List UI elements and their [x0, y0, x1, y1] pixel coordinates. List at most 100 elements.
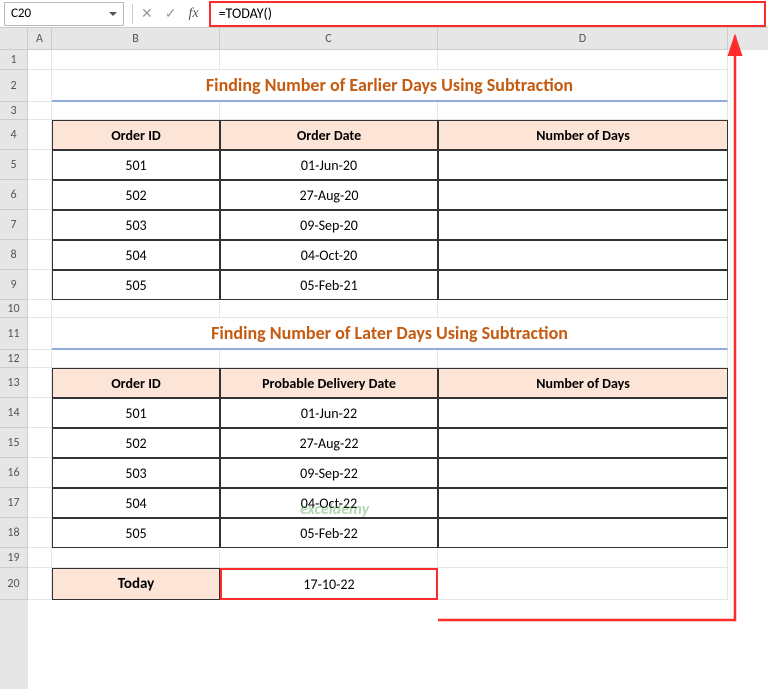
row-header[interactable]: 12 — [0, 350, 28, 368]
cell[interactable] — [28, 180, 52, 210]
cancel-icon[interactable]: ✕ — [141, 5, 153, 22]
cell-order-date[interactable]: 04-Oct-20 — [220, 240, 438, 270]
cell[interactable] — [28, 50, 52, 70]
cell-days[interactable] — [438, 270, 728, 300]
cell[interactable] — [28, 210, 52, 240]
row-header[interactable]: 1 — [0, 50, 28, 70]
cell[interactable] — [28, 458, 52, 488]
header-number-days[interactable]: Number of Days — [438, 368, 728, 398]
cell-order-id[interactable]: 505 — [52, 270, 220, 300]
cell[interactable] — [438, 350, 728, 368]
row-header[interactable]: 19 — [0, 548, 28, 568]
cell-days[interactable] — [438, 210, 728, 240]
row-header[interactable]: 9 — [0, 270, 28, 300]
cell[interactable] — [220, 548, 438, 568]
row-header[interactable]: 14 — [0, 398, 28, 428]
cell-delivery-date[interactable]: 01-Jun-22 — [220, 398, 438, 428]
cell[interactable] — [220, 300, 438, 318]
cell[interactable] — [28, 548, 52, 568]
cell-days[interactable] — [438, 428, 728, 458]
cell[interactable] — [438, 548, 728, 568]
today-label[interactable]: Today — [52, 568, 220, 600]
cell-order-date[interactable]: 09-Sep-20 — [220, 210, 438, 240]
dropdown-icon[interactable] — [109, 12, 117, 16]
cell-days[interactable] — [438, 240, 728, 270]
cell[interactable] — [28, 368, 52, 398]
header-order-id[interactable]: Order ID — [52, 368, 220, 398]
cell[interactable] — [52, 548, 220, 568]
cell[interactable] — [28, 240, 52, 270]
cell[interactable] — [28, 150, 52, 180]
cell-days[interactable] — [438, 488, 728, 518]
cell[interactable] — [52, 102, 220, 120]
cell-delivery-date[interactable]: 09-Sep-22 — [220, 458, 438, 488]
title-earlier[interactable]: Finding Number of Earlier Days Using Sub… — [52, 70, 728, 102]
row-header[interactable]: 15 — [0, 428, 28, 458]
cell[interactable] — [438, 568, 728, 600]
cell[interactable] — [220, 350, 438, 368]
cell[interactable] — [28, 398, 52, 428]
cell-order-id[interactable]: 501 — [52, 150, 220, 180]
cell[interactable] — [28, 300, 52, 318]
cell[interactable] — [28, 488, 52, 518]
cell[interactable] — [438, 50, 728, 70]
cell-days[interactable] — [438, 518, 728, 548]
row-header[interactable]: 10 — [0, 300, 28, 318]
enter-icon[interactable]: ✓ — [165, 5, 177, 22]
cell-days[interactable] — [438, 150, 728, 180]
cell[interactable] — [28, 318, 52, 350]
today-value-cell[interactable]: 17-10-22 — [220, 568, 438, 600]
cell-order-date[interactable]: 05-Feb-21 — [220, 270, 438, 300]
cell[interactable] — [438, 102, 728, 120]
fx-icon[interactable]: fx — [188, 6, 198, 22]
title-later[interactable]: Finding Number of Later Days Using Subtr… — [52, 318, 728, 350]
cell-order-id[interactable]: 501 — [52, 398, 220, 428]
col-header[interactable]: B — [52, 28, 220, 50]
select-all-corner[interactable] — [0, 28, 28, 50]
cell[interactable] — [28, 270, 52, 300]
cell-order-id[interactable]: 504 — [52, 240, 220, 270]
cell[interactable] — [28, 102, 52, 120]
cell[interactable] — [438, 300, 728, 318]
cell-order-date[interactable]: 01-Jun-20 — [220, 150, 438, 180]
cell-order-id[interactable]: 503 — [52, 210, 220, 240]
row-header[interactable]: 5 — [0, 150, 28, 180]
header-order-id[interactable]: Order ID — [52, 120, 220, 150]
header-order-date[interactable]: Order Date — [220, 120, 438, 150]
name-box[interactable]: C20 — [4, 2, 124, 26]
row-header[interactable]: 13 — [0, 368, 28, 398]
cell-delivery-date[interactable]: 27-Aug-22 — [220, 428, 438, 458]
cell-order-id[interactable]: 505 — [52, 518, 220, 548]
header-delivery-date[interactable]: Probable Delivery Date — [220, 368, 438, 398]
row-header[interactable]: 3 — [0, 102, 28, 120]
cell[interactable] — [52, 50, 220, 70]
cell[interactable] — [28, 518, 52, 548]
row-header[interactable]: 2 — [0, 70, 28, 102]
cell[interactable] — [52, 350, 220, 368]
col-header[interactable]: C — [220, 28, 438, 50]
row-header[interactable]: 18 — [0, 518, 28, 548]
cell-days[interactable] — [438, 458, 728, 488]
row-header[interactable]: 11 — [0, 318, 28, 350]
cell[interactable] — [28, 350, 52, 368]
row-header[interactable]: 17 — [0, 488, 28, 518]
cell-order-date[interactable]: 27-Aug-20 — [220, 180, 438, 210]
col-header[interactable]: A — [28, 28, 52, 50]
cell[interactable] — [28, 70, 52, 102]
row-header[interactable]: 6 — [0, 180, 28, 210]
cell[interactable] — [220, 50, 438, 70]
row-header[interactable]: 4 — [0, 120, 28, 150]
cell-order-id[interactable]: 502 — [52, 180, 220, 210]
formula-input[interactable]: =TODAY() — [209, 1, 766, 27]
cell[interactable] — [220, 102, 438, 120]
row-header[interactable]: 16 — [0, 458, 28, 488]
cell-delivery-date[interactable]: 04-Oct-22 — [220, 488, 438, 518]
col-header[interactable]: D — [438, 28, 728, 50]
cell-days[interactable] — [438, 398, 728, 428]
cell-order-id[interactable]: 504 — [52, 488, 220, 518]
cell[interactable] — [28, 428, 52, 458]
cell-delivery-date[interactable]: 05-Feb-22 — [220, 518, 438, 548]
row-header[interactable]: 7 — [0, 210, 28, 240]
cell-days[interactable] — [438, 180, 728, 210]
cell-order-id[interactable]: 502 — [52, 428, 220, 458]
